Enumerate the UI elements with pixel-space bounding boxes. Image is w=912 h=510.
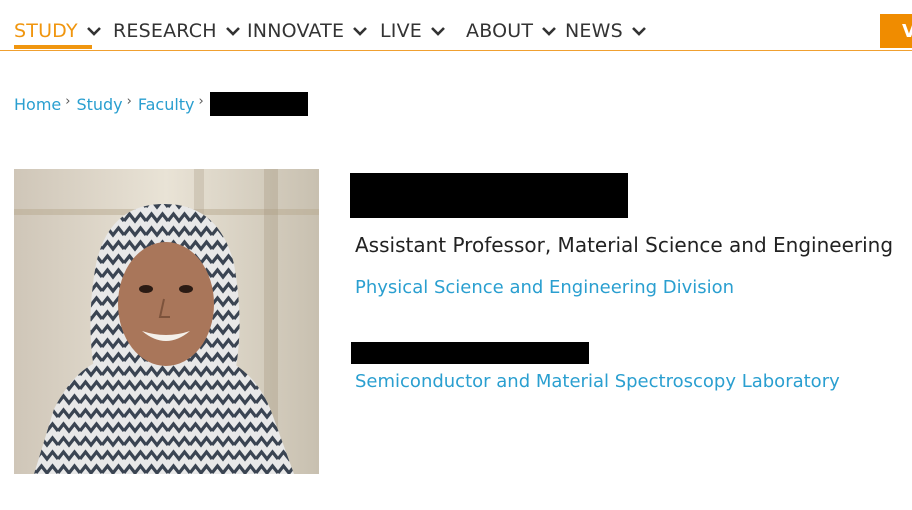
nav-item-news[interactable]: NEWS bbox=[565, 19, 647, 43]
chevron-down-icon bbox=[353, 27, 368, 36]
division-link[interactable]: Physical Science and Engineering Divisio… bbox=[355, 277, 734, 298]
breadcrumb-current-redacted bbox=[209, 92, 308, 116]
nav-item-label: RESEARCH bbox=[113, 20, 217, 42]
nav-item-label: INNOVATE bbox=[247, 20, 345, 42]
breadcrumb: Home › Study › Faculty › bbox=[14, 92, 308, 116]
profile-photo bbox=[14, 169, 319, 474]
nav-item-about[interactable]: ABOUT bbox=[466, 19, 557, 43]
breadcrumb-faculty[interactable]: Faculty bbox=[138, 95, 195, 114]
cta-label: V bbox=[902, 20, 912, 42]
chevron-down-icon bbox=[431, 27, 445, 36]
cta-button[interactable]: V bbox=[880, 14, 912, 48]
nav-item-label: ABOUT bbox=[466, 20, 534, 42]
person-name-redacted bbox=[350, 173, 628, 218]
portrait-image bbox=[14, 169, 319, 474]
nav-item-live[interactable]: LIVE bbox=[380, 19, 446, 43]
lab-link[interactable]: Semiconductor and Material Spectroscopy … bbox=[355, 371, 840, 392]
lab-heading-redacted bbox=[351, 342, 589, 364]
breadcrumb-study[interactable]: Study bbox=[76, 95, 122, 114]
job-title: Assistant Professor, Material Science an… bbox=[355, 233, 894, 257]
chevron-down-icon bbox=[86, 27, 101, 36]
breadcrumb-separator: › bbox=[65, 93, 71, 109]
chevron-down-icon bbox=[225, 27, 240, 36]
active-nav-indicator bbox=[14, 45, 92, 49]
breadcrumb-separator: › bbox=[198, 93, 204, 109]
breadcrumb-separator: › bbox=[126, 93, 132, 109]
chevron-down-icon bbox=[631, 27, 646, 36]
nav-item-label: LIVE bbox=[380, 20, 422, 42]
nav-item-label: NEWS bbox=[565, 20, 623, 42]
breadcrumb-home[interactable]: Home bbox=[14, 95, 61, 114]
nav-item-study[interactable]: STUDY bbox=[14, 19, 102, 43]
nav-item-innovate[interactable]: INNOVATE bbox=[247, 19, 368, 43]
nav-item-label: STUDY bbox=[14, 20, 78, 42]
main-nav: STUDY RESEARCH INNOVATE LIVE ABOUT NEWS … bbox=[0, 0, 912, 51]
chevron-down-icon bbox=[542, 27, 557, 36]
nav-item-research[interactable]: RESEARCH bbox=[113, 19, 241, 43]
